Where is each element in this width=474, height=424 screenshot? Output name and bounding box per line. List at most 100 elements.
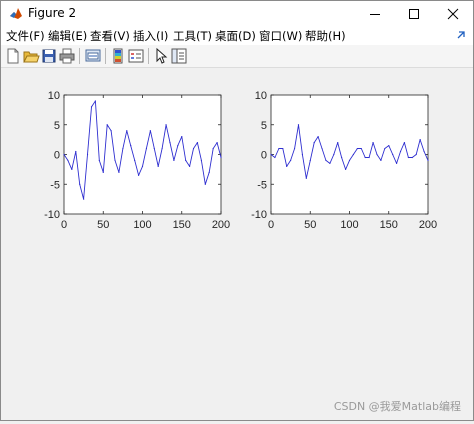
data-point xyxy=(173,159,175,162)
data-point xyxy=(185,159,187,162)
data-point xyxy=(67,159,69,162)
select-arrow-icon[interactable] xyxy=(152,47,170,65)
data-point xyxy=(94,100,96,102)
maximize-button[interactable] xyxy=(394,1,434,26)
data-point xyxy=(200,159,202,162)
menu-view[interactable]: 查看(V) xyxy=(90,28,130,44)
data-point xyxy=(270,153,272,156)
x-tick-label: 50 xyxy=(304,219,316,231)
axes-1: 0 50 100 150 200 -10 -5 0 5 10 xyxy=(44,90,230,231)
data-point xyxy=(86,153,89,156)
data-point xyxy=(161,147,163,150)
data-point xyxy=(208,171,210,173)
data-point xyxy=(376,153,378,156)
data-point xyxy=(329,162,331,165)
toolbar-separator xyxy=(148,48,149,64)
close-button[interactable] xyxy=(433,1,473,26)
x-tick-label: 200 xyxy=(212,219,230,231)
link-plot-icon[interactable] xyxy=(84,47,102,65)
data-point xyxy=(333,153,335,156)
window-title: Figure 2 xyxy=(28,6,77,20)
y-tick-label: 5 xyxy=(261,120,267,132)
y-tick-label: 5 xyxy=(54,120,60,132)
data-point xyxy=(114,159,116,162)
data-point xyxy=(130,144,132,147)
dock-arrow-icon[interactable] xyxy=(455,29,467,41)
y-tick-label: 0 xyxy=(54,150,60,162)
property-inspector-icon[interactable] xyxy=(170,47,188,65)
minimize-icon xyxy=(370,13,380,15)
data-point xyxy=(102,171,104,173)
data-point xyxy=(157,165,159,167)
minimize-button[interactable] xyxy=(355,1,395,26)
data-point xyxy=(106,124,108,126)
data-point xyxy=(134,159,136,162)
data-point xyxy=(372,142,374,144)
data-point xyxy=(145,147,148,150)
data-point xyxy=(204,183,206,185)
data-point xyxy=(325,159,327,162)
data-point xyxy=(90,106,93,108)
figure-canvas[interactable]: 0 50 100 150 200 -10 -5 0 5 10 0 50 100 150 200 -10 -5 0 5… xyxy=(1,68,473,420)
x-tick-label: 100 xyxy=(133,219,151,231)
menu-edit[interactable]: 编辑(E) xyxy=(48,28,87,44)
data-point xyxy=(286,165,288,167)
toolbar-separator xyxy=(79,48,80,64)
data-point xyxy=(344,168,347,170)
insert-legend-icon[interactable] xyxy=(127,47,145,65)
data-point xyxy=(110,130,112,132)
data-point xyxy=(282,147,284,150)
toolbar-separator xyxy=(105,48,106,64)
data-point xyxy=(181,136,183,138)
menu-help[interactable]: 帮助(H) xyxy=(305,28,346,44)
save-icon[interactable] xyxy=(40,47,58,65)
menu-tools[interactable]: 工具(T) xyxy=(173,28,212,44)
data-point xyxy=(189,165,191,167)
data-point xyxy=(427,159,429,162)
data-point xyxy=(348,159,351,162)
data-point xyxy=(352,153,355,156)
insert-colorbar-icon[interactable] xyxy=(109,47,127,65)
menu-window[interactable]: 窗口(W) xyxy=(259,28,302,44)
menu-desktop[interactable]: 桌面(D) xyxy=(215,28,256,44)
new-figure-icon[interactable] xyxy=(4,47,22,65)
y-tick-label: -10 xyxy=(44,209,60,221)
close-icon xyxy=(447,8,459,19)
y-tick-label: 0 xyxy=(261,150,267,162)
data-point xyxy=(126,130,128,132)
data-point xyxy=(196,142,199,144)
data-point xyxy=(364,156,366,159)
menu-file[interactable]: 文件(F) xyxy=(6,28,45,44)
data-point xyxy=(192,147,195,150)
data-point xyxy=(388,144,390,147)
x-tick-label: 200 xyxy=(419,219,437,231)
data-point xyxy=(216,142,218,144)
x-tick-label: 0 xyxy=(61,219,67,231)
title-bar[interactable]: Figure 2 xyxy=(1,1,473,26)
data-point xyxy=(141,165,144,167)
data-point xyxy=(423,150,425,153)
data-point xyxy=(419,139,421,141)
matlab-icon xyxy=(9,6,23,20)
menu-insert[interactable]: 插入(I) xyxy=(133,28,168,44)
data-point xyxy=(305,177,307,179)
watermark: CSDN @我爱Matlab编程 xyxy=(333,400,461,413)
y-tick-label: 10 xyxy=(255,90,267,102)
data-point xyxy=(407,156,409,159)
data-point xyxy=(337,142,339,144)
data-point xyxy=(153,147,155,150)
menu-bar: 文件(F) 编辑(E) 查看(V) 插入(I) 工具(T) 桌面(D) 窗口(W… xyxy=(1,26,473,45)
data-point xyxy=(368,156,370,159)
data-point xyxy=(301,153,303,156)
print-icon[interactable] xyxy=(58,47,76,65)
data-point xyxy=(392,153,394,156)
x-tick-label: 0 xyxy=(268,219,274,231)
data-point xyxy=(313,142,315,144)
open-file-icon[interactable] xyxy=(22,47,40,65)
data-point xyxy=(384,147,386,150)
x-tick-label: 150 xyxy=(173,219,191,231)
figure-window: Figure 2 文件(F) 编辑(E) 查看(V) 插入(I) 工具(T) 桌… xyxy=(0,0,474,421)
data-point xyxy=(403,142,406,144)
data-point xyxy=(321,147,323,150)
data-point xyxy=(165,124,167,126)
